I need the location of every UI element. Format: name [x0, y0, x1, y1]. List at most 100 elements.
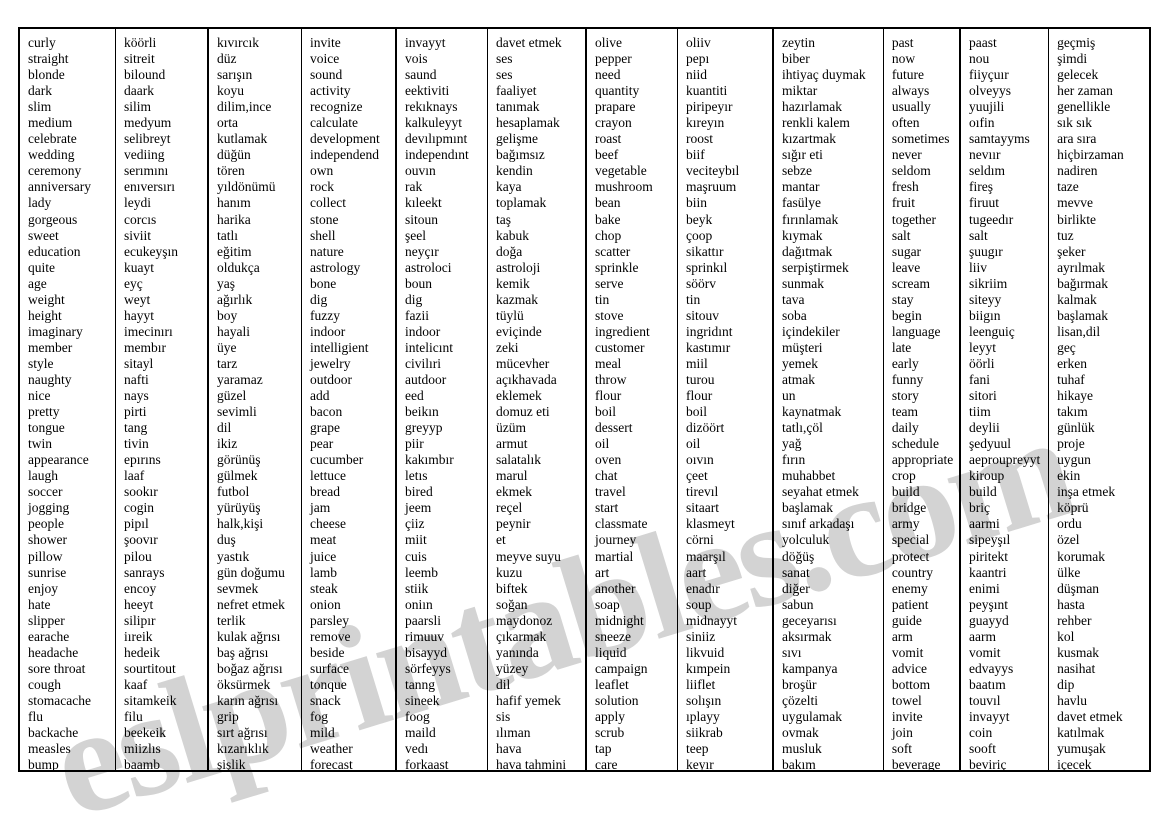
word-item: futbol: [217, 484, 250, 500]
word-item: headache: [28, 644, 79, 660]
word-item: sanrays: [124, 564, 165, 580]
word-item: kusmak: [1057, 644, 1100, 660]
word-item: kaaf: [124, 676, 148, 692]
word-item: üye: [217, 339, 237, 355]
word-item: membır: [124, 339, 166, 355]
word-item: weyt: [124, 291, 151, 307]
word-item: siikrab: [686, 725, 723, 741]
word-item: cheese: [310, 516, 346, 532]
word-item: touvıl: [969, 692, 1001, 708]
word-item: ecukeyşın: [124, 243, 178, 259]
word-item: foog: [405, 708, 430, 724]
word-item: epırıns: [124, 452, 161, 468]
word-item: tivin: [124, 436, 149, 452]
word-item: cuis: [405, 548, 427, 564]
word-item: yıldönümü: [217, 179, 276, 195]
word-item: soba: [782, 307, 807, 323]
word-item: laaf: [124, 468, 145, 484]
word-item: meal: [595, 355, 622, 371]
word-item: samtayyms: [969, 131, 1030, 147]
word-item: kastımır: [686, 339, 731, 355]
word-item: yağ: [782, 436, 802, 452]
word-item: duş: [217, 532, 236, 548]
word-item: blonde: [28, 67, 65, 83]
word-item: nays: [124, 388, 149, 404]
word-item: düğün: [217, 147, 251, 163]
word-item: sneeze: [595, 628, 631, 644]
word-item: bacon: [310, 404, 343, 420]
column-pronunciation-3: oliiv pepı niid kuantiti piripeyır kıreyın roo…: [677, 29, 772, 770]
word-item: yürüyüş: [217, 500, 261, 516]
word-item: late: [891, 339, 912, 355]
word-item: another: [595, 580, 636, 596]
word-item: miil: [686, 355, 708, 371]
word-item: hiçbirzaman: [1057, 147, 1124, 163]
word-item: indoor: [405, 323, 441, 339]
word-item: öksürmek: [217, 676, 271, 692]
word-item: fresh: [891, 179, 919, 195]
word-item: harika: [217, 211, 251, 227]
word-item: bottom: [891, 676, 931, 692]
word-item: shower: [28, 532, 67, 548]
word-item: solution: [595, 692, 639, 708]
word-item: geceyarısı: [782, 612, 837, 628]
word-item: hazırlamak: [782, 99, 842, 115]
word-item: gelecek: [1057, 67, 1099, 83]
word-item: kıreyın: [686, 115, 725, 131]
word-item: çeet: [686, 468, 708, 484]
word-item: salatalık: [496, 452, 542, 468]
word-item: miizlıs: [124, 741, 161, 757]
word-item: patient: [891, 596, 929, 612]
word-item: snack: [310, 692, 341, 708]
word-item: flour: [595, 388, 622, 404]
word-list: zeytin biber ihtiyaç duymak miktar hazırlama…: [774, 35, 883, 770]
word-item: fruit: [891, 195, 916, 211]
word-item: serve: [595, 275, 624, 291]
word-item: baş ağrısı: [217, 644, 269, 660]
word-item: yanında: [496, 644, 539, 660]
word-item: hanım: [217, 195, 251, 211]
word-item: slim: [28, 99, 52, 115]
word-item: köprü: [1057, 500, 1089, 516]
word-item: vedı: [405, 741, 429, 757]
word-item: leyyt: [969, 339, 996, 355]
word-item: ordu: [1057, 516, 1082, 532]
word-item: towel: [891, 692, 922, 708]
word-item: naughty: [28, 371, 72, 387]
word-item: kalkuleyyt: [405, 115, 462, 131]
word-item: fazii: [405, 307, 429, 323]
word-item: daark: [124, 83, 154, 99]
word-item: nefret etmek: [217, 596, 285, 612]
word-item: yuujili: [969, 99, 1005, 115]
word-item: sığır eti: [782, 147, 823, 163]
word-item: ihtiyaç duymak: [782, 67, 866, 83]
word-item: biin: [686, 195, 708, 211]
word-item: tap: [595, 741, 612, 757]
word-item: build: [891, 484, 920, 500]
word-item: rekıknays: [405, 99, 458, 115]
word-item: independend: [310, 147, 379, 163]
word-item: yumuşak: [1057, 741, 1106, 757]
word-item: nature: [310, 243, 344, 259]
word-item: vomit: [969, 644, 1001, 660]
word-item: bread: [310, 484, 340, 500]
word-item: always: [891, 83, 930, 99]
word-item: lettuce: [310, 468, 346, 484]
word-item: invayyt: [405, 35, 446, 50]
word-item: often: [891, 115, 920, 131]
word-item: günlük: [1057, 420, 1095, 436]
word-item: never: [891, 147, 922, 163]
word-item: proje: [1057, 436, 1085, 452]
word-item: boil: [595, 404, 617, 420]
word-item: öörli: [969, 355, 995, 371]
word-item: hayali: [217, 323, 250, 339]
word-item: sık sık: [1057, 115, 1092, 131]
word-item: stiik: [405, 580, 429, 596]
word-item: pilou: [124, 548, 152, 564]
word-item: measles: [28, 741, 71, 757]
word-item: medium: [28, 115, 73, 131]
word-item: fireş: [969, 179, 993, 195]
word-item: maşruum: [686, 179, 737, 195]
word-item: rimuuv: [405, 628, 444, 644]
word-item: people: [28, 516, 64, 532]
